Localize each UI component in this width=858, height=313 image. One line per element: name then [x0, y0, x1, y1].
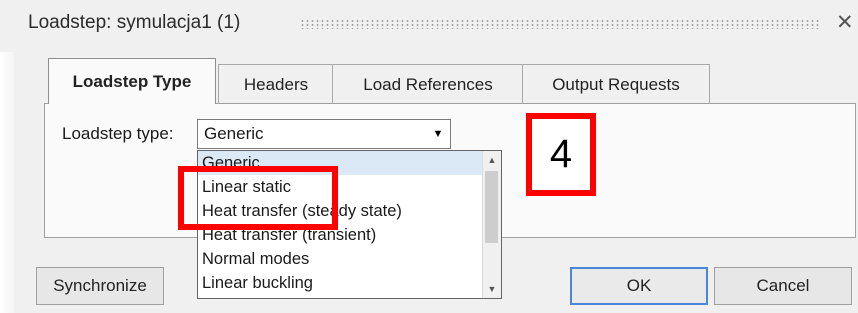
dropdown-option-generic[interactable]: Generic [198, 151, 483, 175]
dropdown-option-heat-transfer-steady[interactable]: Heat transfer (steady state) [198, 199, 483, 223]
dropdown-option-heat-transfer-transient[interactable]: Heat transfer (transient) [198, 223, 483, 247]
synchronize-button[interactable]: Synchronize [36, 267, 164, 305]
close-icon[interactable]: ✕ [836, 10, 854, 35]
title-bar[interactable]: Loadstep: symulacja1 (1) ✕ [0, 0, 858, 52]
ok-button[interactable]: OK [570, 267, 708, 305]
tab-headers[interactable]: Headers [218, 64, 334, 104]
loadstep-type-select[interactable]: Generic ▼ [197, 119, 451, 149]
window-edge [0, 52, 14, 313]
tab-label: Load References [363, 74, 493, 94]
scroll-up-icon[interactable]: ▲ [483, 151, 501, 169]
dropdown-option-linear-static[interactable]: Linear static [198, 175, 483, 199]
dropdown-option-normal-modes[interactable]: Normal modes [198, 247, 483, 271]
dropdown-option-linear-buckling[interactable]: Linear buckling [198, 271, 483, 295]
scroll-down-icon[interactable]: ▼ [483, 280, 501, 298]
tab-loadstep-type[interactable]: Loadstep Type [48, 58, 216, 104]
cancel-button-label: Cancel [756, 276, 810, 295]
synchronize-button-label: Synchronize [53, 276, 147, 295]
dropdown-scrollbar[interactable]: ▲ ▼ [482, 151, 501, 298]
tab-load-references[interactable]: Load References [332, 64, 524, 104]
tab-output-requests[interactable]: Output Requests [522, 64, 710, 104]
ok-button-label: OK [626, 276, 652, 295]
step-number: 4 [549, 132, 573, 176]
tab-label: Headers [243, 74, 309, 94]
window-title: Loadstep: symulacja1 (1) [28, 12, 241, 33]
annotation-step-badge: 4 [526, 113, 596, 196]
drag-grip[interactable] [300, 19, 820, 29]
cancel-button[interactable]: Cancel [714, 267, 852, 305]
loadstep-type-dropdown-list[interactable]: Generic Linear static Heat transfer (ste… [197, 150, 502, 299]
scrollbar-thumb[interactable] [485, 171, 498, 243]
tab-label: Loadstep Type [72, 71, 192, 91]
tab-label: Output Requests [552, 74, 680, 94]
loadstep-type-value: Generic [204, 124, 264, 143]
chevron-down-icon[interactable]: ▼ [429, 123, 447, 145]
loadstep-type-label: Loadstep type: [62, 124, 174, 143]
